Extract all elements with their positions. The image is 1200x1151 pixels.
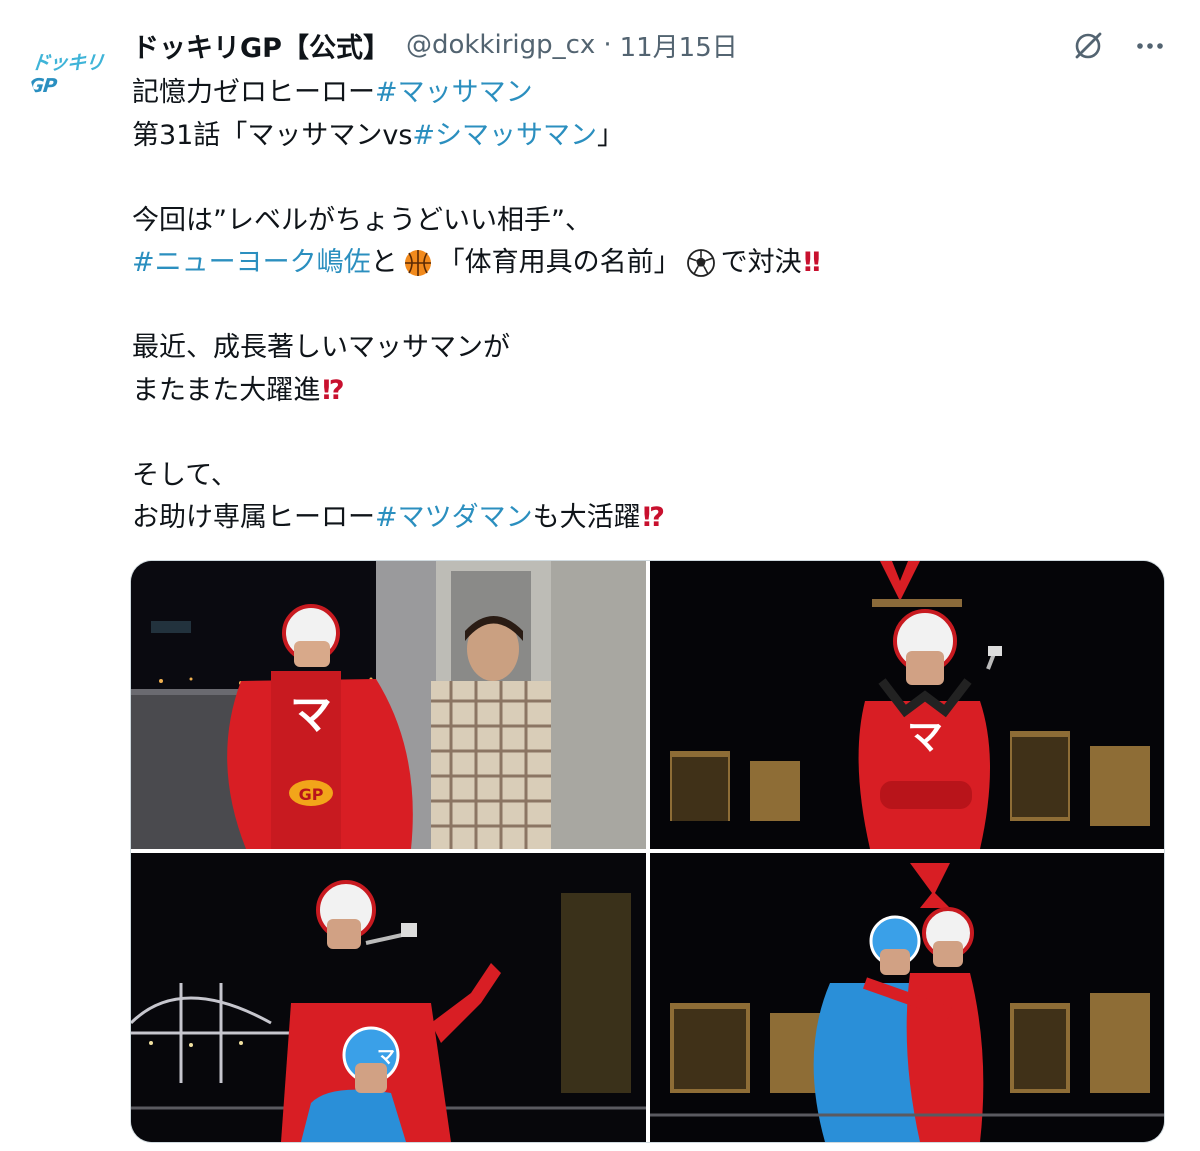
tweet-header: ドッキリGP【公式】 @dokkirigp_cx · 11月15日 bbox=[132, 22, 738, 68]
text-line-6: またまた大躍進 ⁉ bbox=[132, 370, 1152, 413]
tweet: ドッキリGP ドッキリGP【公式】 @dokkirigp_cx · 11月15日… bbox=[0, 0, 1200, 1151]
svg-text:マ: マ bbox=[907, 717, 943, 758]
hashtag-shimassaman[interactable]: #シマッサマン bbox=[412, 115, 597, 158]
photo-2[interactable]: マ bbox=[650, 561, 1164, 849]
text-line-5: 最近、成長著しいマッサマンが bbox=[132, 327, 1152, 370]
text-segment: そして、 bbox=[132, 459, 238, 491]
photo-3[interactable]: マ bbox=[131, 853, 646, 1142]
hashtag-matsudaman[interactable]: #マツダマン bbox=[375, 497, 533, 540]
tweet-date[interactable]: 11月15日 bbox=[620, 27, 738, 64]
text-line-7: そして、 bbox=[132, 455, 1152, 498]
photo-4[interactable] bbox=[650, 853, 1164, 1142]
text-segment: と bbox=[370, 247, 398, 278]
text-line-4: #ニューヨーク嶋佐 と 「体育用具の名前」 で対決 ‼ bbox=[132, 242, 1152, 285]
tweet-text: 記憶力ゼロヒーロー #マッサマン 第31話「マッサマンvs #シマッサマン 」 … bbox=[132, 72, 1152, 540]
text-line-8: お助け専属ヒーロー #マツダマン も大活躍 ⁉ bbox=[132, 497, 1152, 540]
photo-1[interactable]: マ GP bbox=[131, 561, 646, 849]
text-segment: 」 bbox=[597, 119, 625, 151]
double-exclamation-icon: ‼ bbox=[803, 247, 821, 278]
svg-text:マ: マ bbox=[290, 690, 332, 739]
text-line-2: 第31話「マッサマンvs #シマッサマン 」 bbox=[132, 115, 1152, 158]
text-segment: 最近、成長著しいマッサマンが bbox=[132, 332, 510, 363]
avatar[interactable]: ドッキリGP bbox=[30, 30, 114, 114]
text-segment: 今回は”レベルがちょうどいい相手”、 bbox=[132, 204, 592, 236]
more-icon[interactable] bbox=[1130, 26, 1170, 66]
user-handle[interactable]: @dokkirigp_cx bbox=[406, 30, 595, 60]
soccer-ball-icon bbox=[685, 247, 717, 279]
media-grid: マ GP マ マ bbox=[130, 560, 1165, 1143]
text-segment: 「体育用具の名前」 bbox=[437, 247, 681, 278]
text-line-3: 今回は”レベルがちょうどいい相手”、 bbox=[132, 200, 1152, 243]
exclamation-question-icon: ⁉ bbox=[322, 374, 344, 406]
separator: · bbox=[603, 30, 612, 60]
text-line-1: 記憶力ゼロヒーロー #マッサマン bbox=[132, 72, 1152, 115]
text-segment: で対決 bbox=[720, 247, 802, 278]
hashtag-newyork-shimasa[interactable]: #ニューヨーク嶋佐 bbox=[132, 242, 371, 285]
text-segment: も大活躍 bbox=[532, 502, 641, 533]
text-segment: またまた大躍進 bbox=[132, 374, 321, 406]
text-segment: 記憶力ゼロヒーロー bbox=[132, 77, 375, 108]
text-segment: 第31話「マッサマンvs bbox=[132, 119, 413, 151]
svg-text:GP: GP bbox=[299, 785, 324, 804]
exclamation-question-icon: ⁉ bbox=[642, 502, 665, 533]
display-name[interactable]: ドッキリGP【公式】 bbox=[132, 26, 390, 65]
text-segment: お助け専属ヒーロー bbox=[132, 502, 375, 533]
avatar-logo: ドッキリGP bbox=[30, 51, 105, 97]
basketball-icon bbox=[402, 247, 434, 279]
grok-icon[interactable] bbox=[1068, 26, 1108, 66]
svg-text:マ: マ bbox=[377, 1047, 395, 1068]
hashtag-massaman[interactable]: #マッサマン bbox=[375, 72, 533, 115]
header-actions bbox=[1068, 26, 1170, 66]
